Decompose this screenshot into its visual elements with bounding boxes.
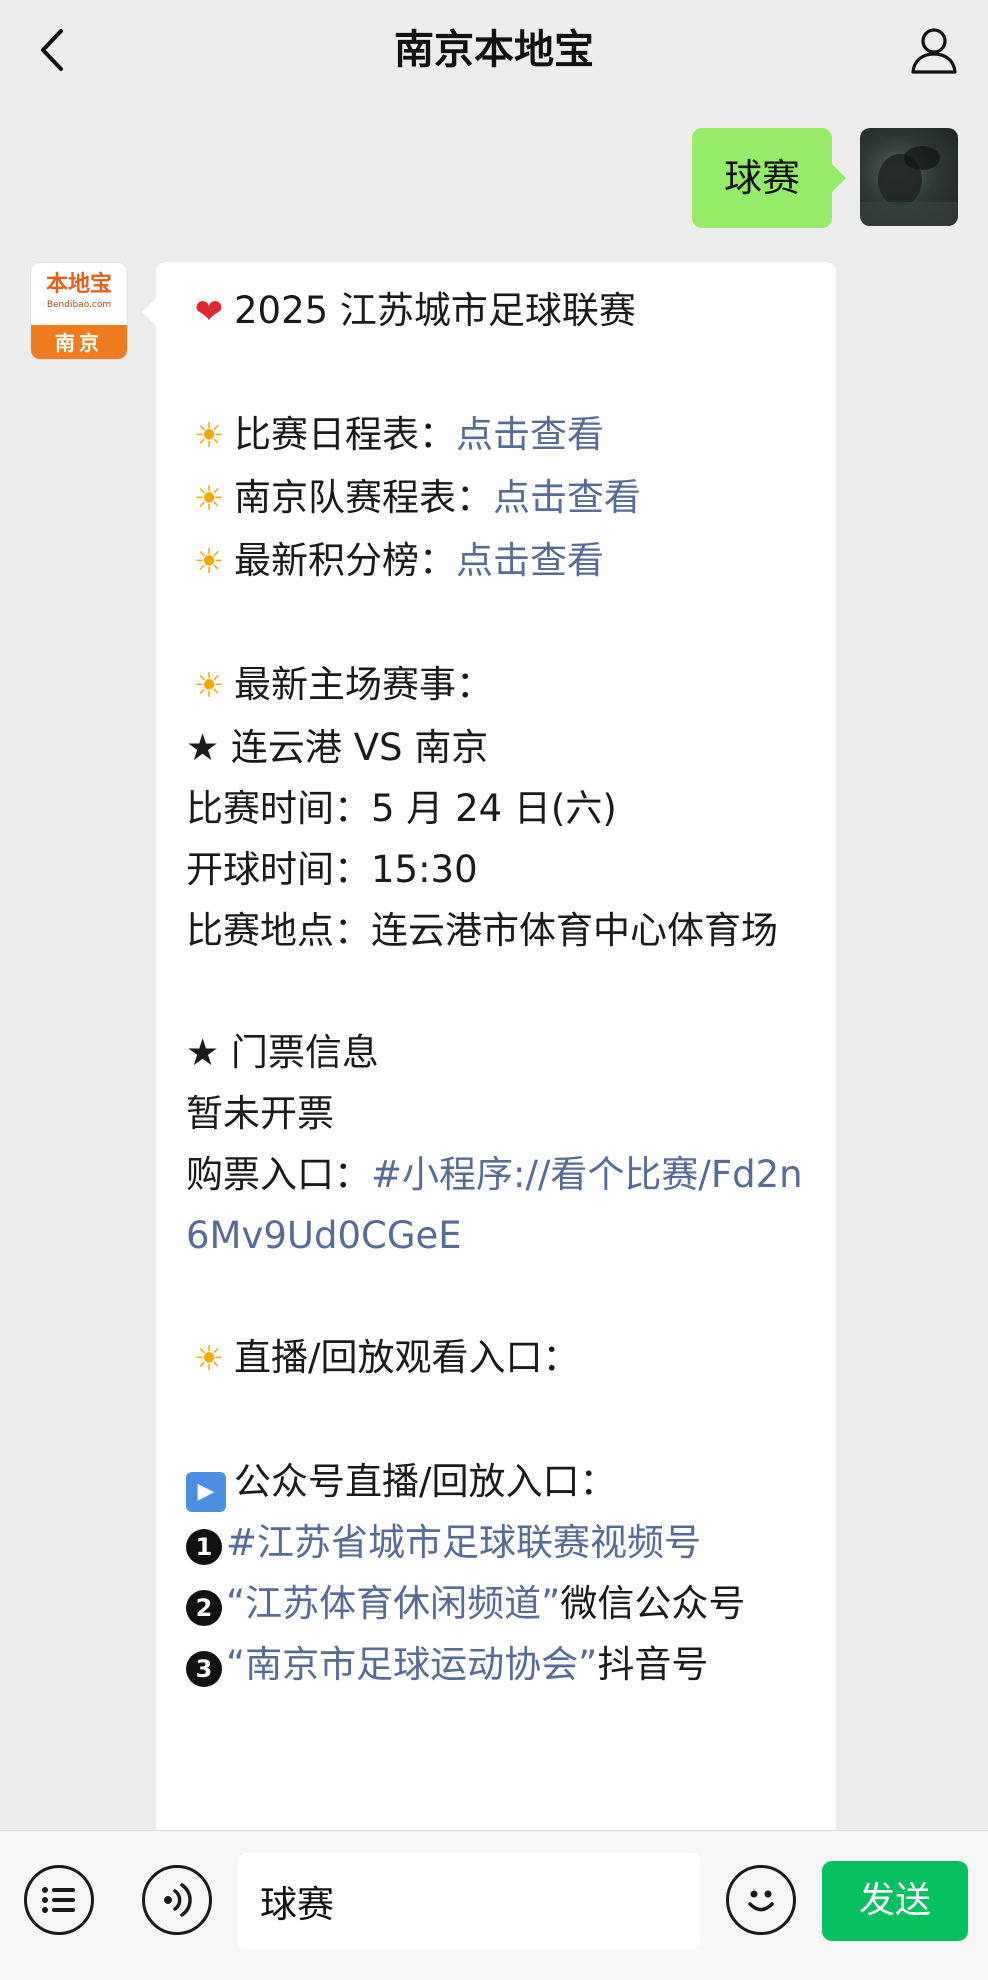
message-title-line: ❤ 2025 江苏城市足球联赛 <box>186 280 806 343</box>
sun-icon: ☀ <box>193 1339 225 1379</box>
chat-header: 南京本地宝 <box>0 0 988 100</box>
channel-item-2: 2 “江苏体育休闲频道”微信公众号 <box>186 1573 806 1634</box>
ticket-title: ★ 门票信息 <box>186 1031 379 1074</box>
bendibao-logo: 本地宝 Bendibao.com <box>31 263 127 325</box>
schedule-link[interactable]: 点击查看 <box>456 413 604 456</box>
ranking-link[interactable]: 点击查看 <box>456 539 604 582</box>
number-two-icon: 2 <box>186 1590 222 1626</box>
red-heart-icon: ❤ <box>194 292 224 332</box>
ranking-line: ☀ 最新积分榜：点击查看 <box>186 530 806 593</box>
channel-link-2[interactable]: “江苏体育休闲频道” <box>226 1582 560 1625</box>
bendibao-avatar[interactable]: 本地宝 Bendibao.com 南京 <box>30 262 128 360</box>
home-match-title: ☀ 最新主场赛事： <box>186 654 806 717</box>
sun-icon: ☀ <box>193 416 225 456</box>
profile-button[interactable] <box>902 20 966 80</box>
user-avatar-photo <box>860 146 958 226</box>
kickoff-line: 开球时间：15:30 <box>186 848 478 891</box>
sun-icon: ☀ <box>193 479 225 519</box>
person-icon <box>911 28 957 74</box>
ticket-status: 暂未开票 <box>186 1092 334 1135</box>
match-time-line: 比赛时间：5 月 24 日(六) <box>186 787 617 830</box>
bendibao-city-label: 南京 <box>31 325 127 359</box>
voice-button[interactable] <box>142 1865 212 1935</box>
voice-icon <box>164 1883 192 1917</box>
outgoing-message-bubble[interactable]: 球赛 <box>691 128 847 228</box>
sun-icon: ☀ <box>193 542 225 582</box>
ticket-entry-line: 购票入口：#小程序://看个比赛/Fd2n6Mv9Ud0CGeE <box>186 1153 803 1257</box>
emoji-button[interactable] <box>726 1865 796 1935</box>
schedule-line: ☀ 比赛日程表：点击查看 <box>186 404 806 467</box>
menu-button[interactable] <box>24 1865 94 1935</box>
number-one-icon: 1 <box>186 1529 222 1565</box>
message-input[interactable] <box>238 1853 700 1949</box>
chat-title: 南京本地宝 <box>394 27 594 73</box>
chat-screen: 南京本地宝 球赛 本地宝 Bendibao.com 南京 ❤ 2025 江苏城市足… <box>0 0 988 1980</box>
channel-item-3: 3 “南京市足球运动协会”抖音号 <box>186 1634 806 1695</box>
smiley-icon <box>748 1890 774 1912</box>
input-bar: 发送 <box>0 1830 988 1980</box>
number-three-icon: 3 <box>186 1651 222 1687</box>
official-title: ▶ 公众号直播/回放入口： <box>186 1451 806 1512</box>
channel-link-3[interactable]: “南京市足球运动协会” <box>226 1643 597 1686</box>
match-line: ★ 连云港 VS 南京 <box>186 726 489 769</box>
live-title: ☀ 直播/回放观看入口： <box>186 1327 806 1390</box>
send-button[interactable]: 发送 <box>822 1861 968 1941</box>
sun-icon: ☀ <box>193 666 225 706</box>
channel-link-1[interactable]: #江苏省城市足球联赛视频号 <box>226 1521 701 1564</box>
play-button-icon: ▶ <box>186 1472 226 1512</box>
user-avatar[interactable] <box>860 128 958 226</box>
nanjing-schedule-line: ☀ 南京队赛程表：点击查看 <box>186 467 806 530</box>
channel-item-1: 1 #江苏省城市足球联赛视频号 <box>186 1512 806 1573</box>
list-icon <box>42 1887 75 1913</box>
nanjing-schedule-link[interactable]: 点击查看 <box>493 476 641 519</box>
incoming-message-bubble: ❤ 2025 江苏城市足球联赛 ☀ 比赛日程表：点击查看 ☀ 南京队赛程表：点击查看 … <box>142 262 836 1862</box>
outgoing-message-text: 球赛 <box>723 156 800 200</box>
venue-line: 比赛地点：连云港市体育中心体育场 <box>186 909 778 952</box>
